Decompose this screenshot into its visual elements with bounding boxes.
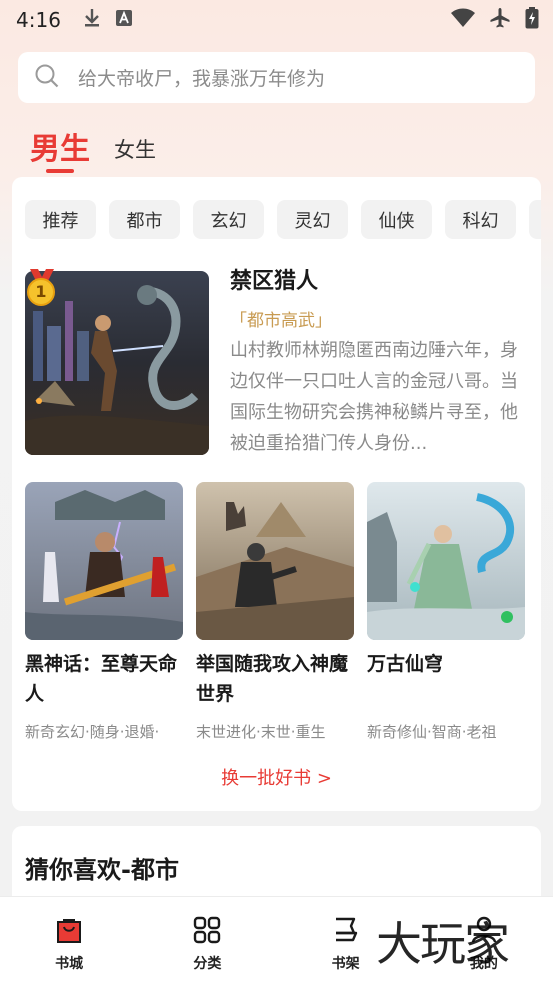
chip-xianxia[interactable]: 仙侠: [361, 200, 432, 239]
book-item[interactable]: 万古仙穹 新奇修仙·智商·老祖: [367, 482, 525, 742]
chip-linghuan[interactable]: 灵幻: [277, 200, 348, 239]
book-title[interactable]: 举国随我攻入神魔世界: [196, 649, 354, 711]
book-title[interactable]: 万古仙穹: [367, 649, 525, 711]
book-cover[interactable]: [367, 482, 525, 640]
watermark-logo: 大玩家: [376, 917, 510, 971]
grid-icon: [192, 915, 222, 949]
chip-recommend[interactable]: 推荐: [25, 200, 96, 239]
battery-charging-icon: [525, 7, 539, 33]
book-cover[interactable]: [196, 482, 354, 640]
recommend-card: 推荐 都市 玄幻 灵幻 仙侠 科幻 1 禁区猎人 「都市高武」 山村教师林朔隐匿…: [12, 177, 541, 811]
featured-description: 山村教师林朔隐匿西南边陲六年，身边仅伴一只口吐人言的金冠八哥。当国际生物研究会携…: [230, 340, 518, 454]
search-bar[interactable]: 给大帝收尸，我暴涨万年修为: [18, 52, 535, 103]
nav-label: 分类: [193, 956, 222, 972]
bag-icon: [54, 915, 84, 949]
category-chips: 推荐 都市 玄幻 灵幻 仙侠 科幻: [25, 200, 541, 240]
text-a-icon: [115, 9, 133, 31]
chip-scifi[interactable]: 科幻: [445, 200, 516, 239]
download-icon: [83, 8, 101, 32]
chip-more[interactable]: [529, 200, 541, 239]
status-bar: 4:16: [0, 0, 553, 40]
shelf-icon: [331, 915, 361, 949]
search-input[interactable]: 给大帝收尸，我暴涨万年修为: [78, 64, 325, 91]
refresh-books-link[interactable]: 换一批好书 >: [12, 764, 541, 790]
book-item[interactable]: 举国随我攻入神魔世界 末世进化·末世·重生: [196, 482, 354, 742]
rank-badge: 1: [24, 269, 60, 307]
featured-tag: 「都市高武」: [230, 311, 332, 331]
airplane-icon: [489, 7, 511, 33]
book-tags: 新奇修仙·智商·老祖: [367, 723, 497, 741]
book-tags: 新奇玄幻·随身·退婚·: [25, 723, 160, 741]
rank-number: 1: [35, 282, 47, 301]
chip-urban[interactable]: 都市: [109, 200, 180, 239]
book-title[interactable]: 黑神话：至尊天命人: [25, 649, 183, 711]
book-item[interactable]: 黑神话：至尊天命人 新奇玄幻·随身·退婚·: [25, 482, 183, 742]
book-cover[interactable]: [25, 482, 183, 640]
nav-bookstore[interactable]: 书城: [0, 897, 138, 983]
guess-you-like-card: 猜你喜欢-都市: [12, 826, 541, 906]
wifi-icon: [451, 8, 475, 32]
status-time: 4:16: [16, 8, 61, 32]
search-icon: [34, 63, 60, 93]
tab-male[interactable]: 男生: [30, 124, 90, 173]
tab-female[interactable]: 女生: [114, 134, 156, 168]
featured-title[interactable]: 禁区猎人: [230, 263, 318, 295]
nav-label: 书架: [331, 956, 360, 972]
book-tags: 末世进化·末世·重生: [196, 723, 326, 741]
chip-xuanhuan[interactable]: 玄幻: [193, 200, 264, 239]
guess-you-like-title: 猜你喜欢-都市: [25, 856, 179, 884]
nav-category[interactable]: 分类: [138, 897, 276, 983]
nav-label: 书城: [55, 956, 84, 972]
gender-tabs: 男生 女生: [30, 118, 156, 173]
